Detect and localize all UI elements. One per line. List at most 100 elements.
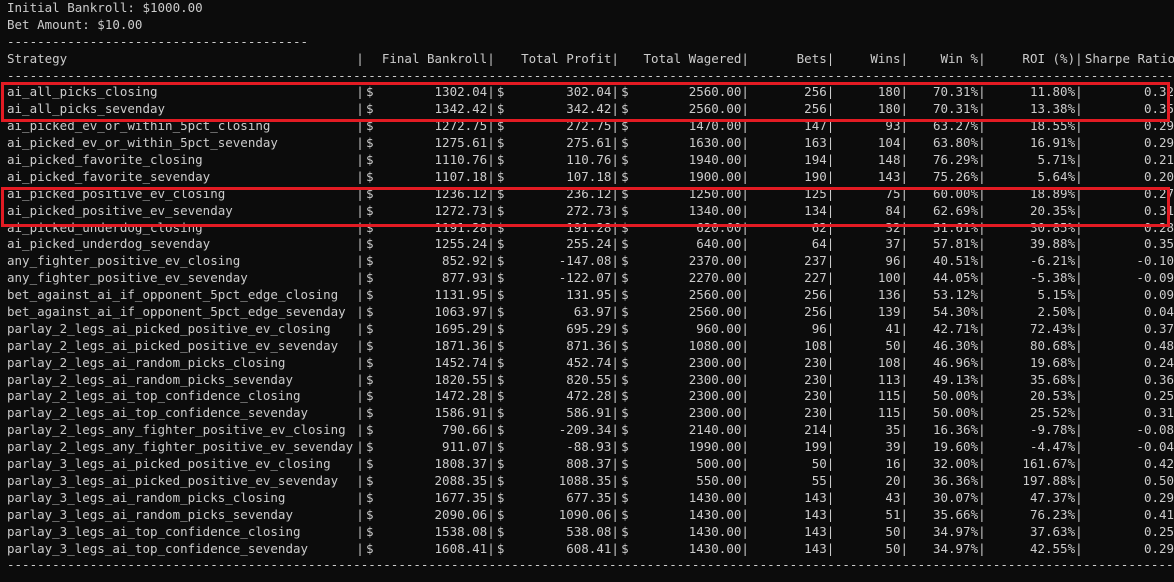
cell-bets: 214 — [804, 422, 827, 438]
table-row: parlay_2_legs_ai_top_confidence_closing |… — [7, 388, 1174, 405]
currency-symbol: $ — [365, 253, 374, 269]
col-separator: | — [900, 50, 909, 66]
cell-wins: 180 — [877, 101, 901, 117]
col-separator: | — [611, 287, 619, 303]
currency-symbol: $ — [496, 422, 505, 438]
col-final-bankroll: Final Bankroll — [381, 50, 488, 66]
table-row: bet_against_ai_if_opponent_5pct_edge_sev… — [7, 304, 1174, 321]
col-separator: | — [741, 270, 749, 286]
cell-total-profit-value: 677.35 — [566, 489, 612, 505]
currency-symbol: $ — [365, 304, 374, 320]
col-win-pct: Win % — [940, 50, 979, 66]
col-separator: | — [487, 185, 495, 201]
cell-strategy: parlay_2_legs_ai_picked_positive_ev_seve… — [7, 337, 339, 353]
col-separator: | — [826, 354, 835, 370]
cell-strategy: parlay_2_legs_any_fighter_positive_ev_se… — [7, 439, 354, 455]
cell-roi: 30.85% — [1029, 219, 1076, 235]
cell-strategy: ai_picked_positive_ev_closing — [7, 185, 226, 201]
col-separator: | — [611, 422, 619, 438]
cell-total-profit-value: 871.36 — [566, 337, 612, 353]
table-row: parlay_3_legs_ai_picked_positive_ev_seve… — [7, 473, 1174, 490]
currency-symbol: $ — [621, 405, 629, 421]
cell-total-wagered-value: 2270.00 — [688, 270, 742, 286]
col-separator: | — [1075, 50, 1083, 66]
col-separator: | — [487, 422, 495, 438]
col-separator: | — [1075, 523, 1083, 539]
currency-symbol: $ — [365, 219, 374, 235]
cell-total-wagered-value: 1430.00 — [688, 506, 742, 522]
cell-win-pct: 53.12% — [932, 287, 979, 303]
short-rule: ---------------------------------------- — [7, 33, 309, 49]
col-separator: | — [356, 168, 364, 184]
cell-roi: 19.68% — [1029, 354, 1076, 370]
currency-symbol: $ — [621, 540, 629, 556]
col-separator: | — [900, 371, 909, 387]
col-separator: | — [1075, 236, 1083, 252]
cell-total-wagered: $1430.00 — [621, 541, 741, 558]
cell-final-bankroll-value: 1808.37 — [434, 456, 488, 472]
currency-symbol: $ — [365, 489, 374, 505]
cell-final-bankroll: $1695.29 — [366, 321, 487, 338]
cell-win-pct: 70.31% — [932, 101, 979, 117]
footer-rule: ----------------------------------------… — [7, 557, 1174, 573]
cell-strategy: ai_picked_positive_ev_sevenday — [7, 202, 233, 218]
table-row: parlay_3_legs_ai_top_confidence_closing |… — [7, 524, 1174, 541]
cell-total-profit: $452.74 — [497, 355, 611, 372]
table-row: bet_against_ai_if_opponent_5pct_edge_clo… — [7, 287, 1174, 304]
cell-roi: 25.52% — [1029, 405, 1076, 421]
col-separator: | — [487, 540, 495, 556]
cell-total-wagered-value: 1250.00 — [688, 185, 742, 201]
cell-sharpe-ratio: 0.24 — [1143, 354, 1174, 370]
col-separator: | — [978, 50, 986, 66]
cell-final-bankroll-value: 1236.12 — [434, 185, 488, 201]
col-separator: | — [356, 540, 364, 556]
currency-symbol: $ — [496, 337, 505, 353]
cell-win-pct: 49.13% — [932, 371, 979, 387]
cell-win-pct: 46.30% — [932, 337, 979, 353]
bet-amount-line: Bet Amount: $10.00 — [7, 16, 143, 32]
cell-win-pct: 44.05% — [932, 270, 979, 286]
table-row: parlay_2_legs_any_fighter_positive_ev_se… — [7, 439, 1174, 456]
col-separator: | — [978, 337, 986, 353]
cell-bets: 147 — [804, 118, 827, 134]
col-separator: | — [978, 506, 986, 522]
cell-wins: 75 — [885, 185, 901, 201]
col-separator: | — [356, 219, 364, 235]
cell-total-wagered: $960.00 — [621, 321, 741, 338]
cell-final-bankroll-value: 1820.55 — [434, 371, 488, 387]
col-separator: | — [826, 50, 835, 66]
cell-roi: -5.38% — [1029, 270, 1076, 286]
cell-sharpe-ratio: 0.32 — [1143, 84, 1174, 100]
cell-total-profit: $107.18 — [497, 169, 611, 186]
table-row: ai_picked_underdog_sevenday | $1255.24 | $25… — [7, 236, 1174, 253]
cell-wins: 50 — [885, 337, 901, 353]
currency-symbol: $ — [496, 118, 505, 134]
col-separator: | — [487, 118, 495, 134]
cell-final-bankroll: $852.92 — [366, 253, 487, 270]
cell-roi: 47.37% — [1029, 489, 1076, 505]
cell-sharpe-ratio: 0.36 — [1143, 371, 1174, 387]
currency-symbol: $ — [621, 388, 629, 404]
cell-roi: 18.89% — [1029, 185, 1076, 201]
col-separator: | — [900, 506, 909, 522]
cell-final-bankroll: $1272.75 — [366, 118, 487, 135]
cell-roi: 16.91% — [1029, 135, 1076, 151]
col-separator: | — [487, 101, 495, 117]
cell-total-wagered: $620.00 — [621, 220, 741, 237]
col-separator: | — [487, 135, 495, 151]
col-separator: | — [741, 523, 749, 539]
col-separator: | — [978, 439, 986, 455]
cell-wins: 113 — [877, 371, 901, 387]
col-separator: | — [356, 270, 364, 286]
cell-bets: 256 — [804, 101, 827, 117]
cell-total-profit-value: 452.74 — [566, 354, 612, 370]
cell-total-profit: $1088.35 — [497, 473, 611, 490]
cell-bets: 50 — [811, 456, 827, 472]
cell-win-pct: 76.29% — [932, 152, 979, 168]
col-separator: | — [741, 253, 749, 269]
cell-bets: 108 — [804, 337, 827, 353]
cell-total-wagered-value: 2560.00 — [688, 287, 742, 303]
cell-wins: 50 — [885, 523, 901, 539]
cell-strategy: ai_picked_favorite_sevenday — [7, 168, 211, 184]
cell-sharpe-ratio: 0.35 — [1143, 236, 1174, 252]
